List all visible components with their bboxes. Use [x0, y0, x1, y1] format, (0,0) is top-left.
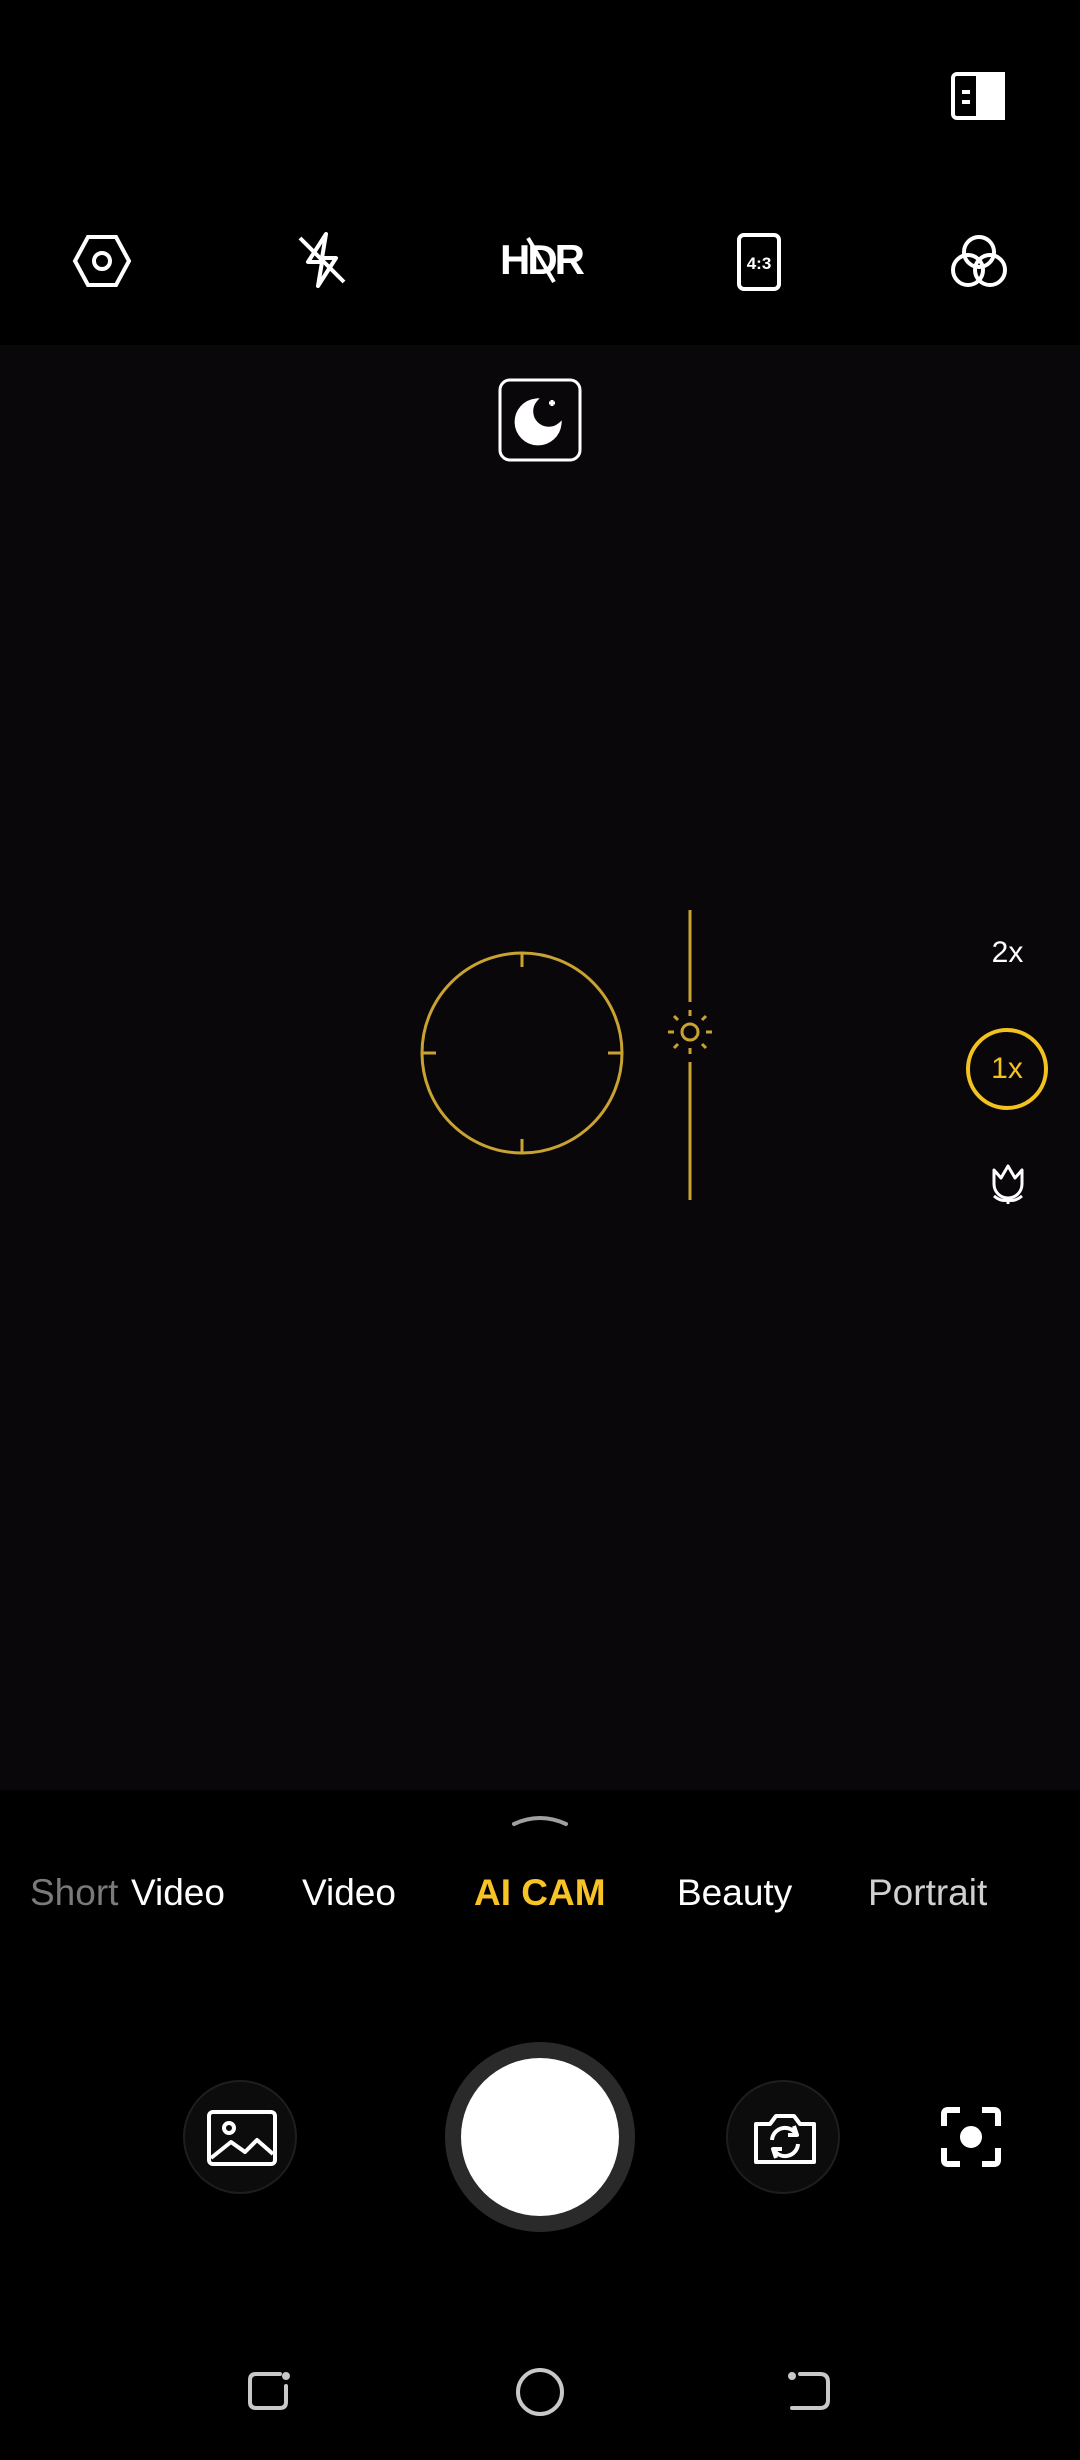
- sun-icon: [678, 1020, 702, 1044]
- book-icon[interactable]: [948, 68, 1008, 124]
- back-icon[interactable]: [786, 2368, 832, 2414]
- flash-off-icon[interactable]: [292, 230, 352, 290]
- home-icon[interactable]: [514, 2366, 566, 2418]
- flower-icon[interactable]: [986, 1160, 1030, 1206]
- drawer-handle-icon[interactable]: [510, 1810, 570, 1830]
- moon-icon[interactable]: [498, 378, 582, 462]
- camera-switch-icon: [750, 2104, 820, 2174]
- camera-viewfinder[interactable]: 2x 1x: [0, 345, 1080, 1790]
- zoom-2x-button[interactable]: 2x: [970, 930, 1045, 975]
- mode-video[interactable]: Video: [302, 1865, 396, 1920]
- image-icon: [207, 2104, 277, 2174]
- switch-camera-button[interactable]: [726, 2080, 840, 2194]
- hdr-slash-icon: [500, 230, 580, 290]
- mode-short-video-right[interactable]: Video: [131, 1865, 225, 1920]
- mode-ai-cam[interactable]: AI CAM: [474, 1865, 606, 1920]
- mode-beauty[interactable]: Beauty: [677, 1865, 792, 1920]
- focus-ring[interactable]: [420, 951, 624, 1155]
- exposure-slider[interactable]: [660, 910, 720, 1200]
- mode-portrait[interactable]: Portrait: [868, 1865, 987, 1920]
- shutter-inner: [461, 2058, 619, 2216]
- aspect-ratio-icon[interactable]: 4:3: [736, 232, 782, 292]
- svg-text:4:3: 4:3: [747, 254, 772, 273]
- gallery-button[interactable]: [183, 2080, 297, 2194]
- recents-icon[interactable]: [246, 2368, 292, 2414]
- top-toolbar: HDR 4:3: [0, 0, 1080, 345]
- filter-icon[interactable]: [948, 232, 1010, 290]
- shutter-button[interactable]: [445, 2042, 635, 2232]
- zoom-1x-button[interactable]: 1x: [966, 1028, 1048, 1110]
- mode-short-video-left[interactable]: Short: [30, 1865, 118, 1920]
- settings-icon[interactable]: [72, 232, 132, 290]
- scan-icon[interactable]: [940, 2106, 1002, 2168]
